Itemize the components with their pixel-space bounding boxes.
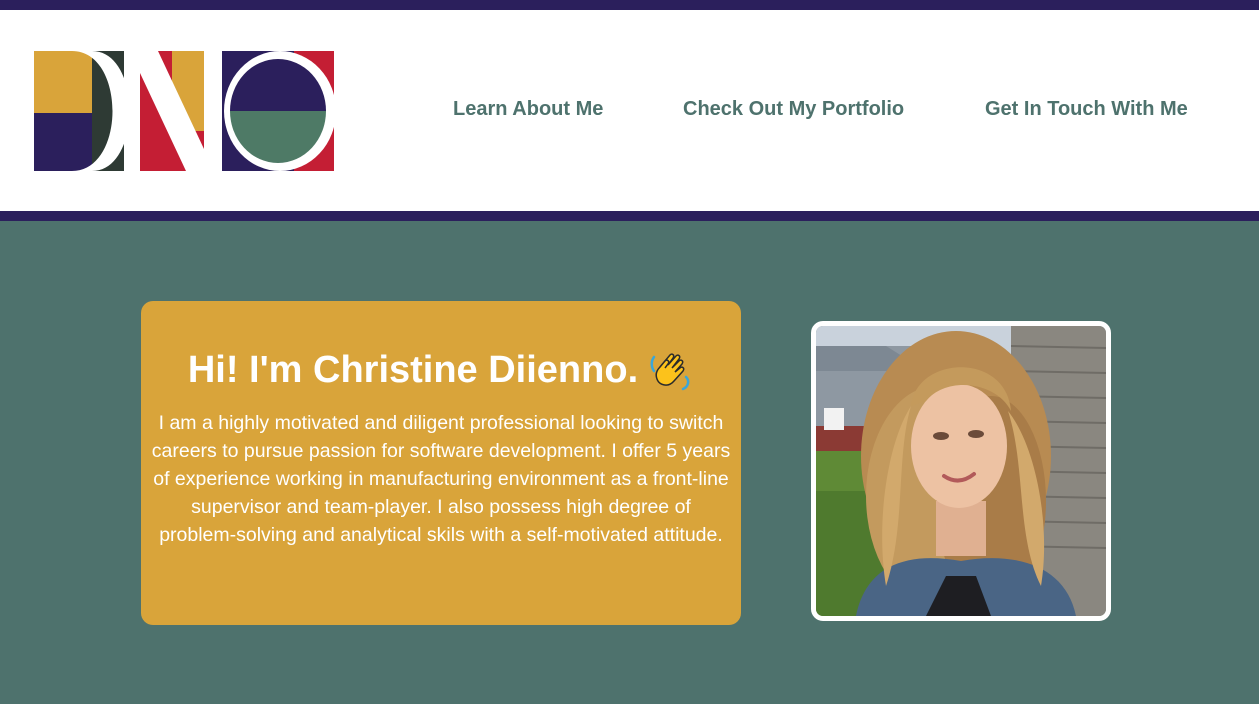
intro-heading: Hi! I'm Christine Diienno. [149, 345, 733, 395]
profile-photo [811, 321, 1111, 621]
nav-link-about[interactable]: Learn About Me [453, 98, 603, 121]
nav-link-contact[interactable]: Get In Touch With Me [985, 98, 1188, 121]
header-bottom-bar [0, 211, 1259, 221]
waving-hand-icon [650, 353, 690, 391]
intro-description: I am a highly motivated and diligent pro… [151, 412, 731, 546]
main-nav: Learn About Me Check Out My Portfolio Ge… [0, 10, 1259, 211]
nav-link-portfolio[interactable]: Check Out My Portfolio [683, 98, 904, 121]
intro-card: Hi! I'm Christine Diienno. I am a highly… [141, 301, 741, 625]
intro-heading-text: Hi! I'm Christine Diienno. [187, 349, 639, 391]
top-accent-bar [0, 0, 1259, 10]
hero-section: Hi! I'm Christine Diienno. I am a highly… [0, 221, 1259, 704]
site-header: Learn About Me Check Out My Portfolio Ge… [0, 10, 1259, 211]
